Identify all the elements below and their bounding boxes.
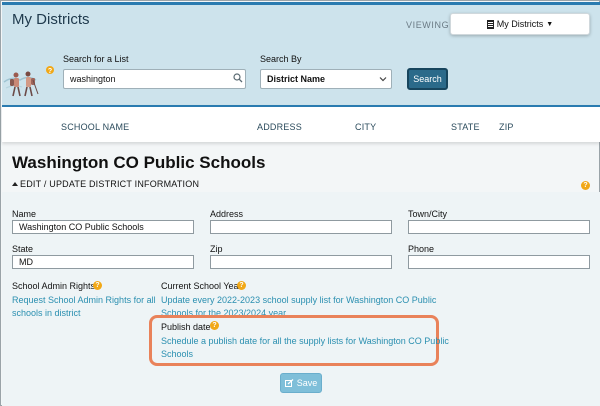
phone-input[interactable] <box>408 255 590 269</box>
name-input[interactable]: Washington CO Public Schools <box>12 220 194 234</box>
school-year-heading: Current School Year <box>161 281 242 291</box>
help-icon[interactable]: ? <box>237 281 246 290</box>
search-list-label: Search for a List <box>63 54 129 64</box>
schedule-publish-line1: Schedule a publish date for all the supp… <box>161 336 449 346</box>
address-input[interactable] <box>210 220 392 234</box>
column-address[interactable]: ADDRESS <box>257 122 302 132</box>
column-zip[interactable]: ZIP <box>499 122 514 132</box>
update-school-year-line1: Update every 2022-2023 school supply lis… <box>161 295 437 305</box>
hikers-illustration-icon: ? <box>3 66 54 97</box>
help-icon[interactable]: ? <box>581 181 590 190</box>
collapse-triangle-icon <box>12 182 18 186</box>
search-button[interactable]: Search <box>407 68 448 90</box>
admin-rights-heading: School Admin Rights <box>12 281 96 291</box>
state-input[interactable]: MD <box>12 255 194 269</box>
viewing-dropdown-button[interactable]: My Districts ▼ <box>450 13 590 35</box>
help-icon[interactable]: ? <box>210 321 219 330</box>
building-icon <box>486 19 494 29</box>
request-admin-rights-line2: schools in district <box>12 308 81 318</box>
town-city-label: Town/City <box>408 209 448 219</box>
column-state[interactable]: STATE <box>451 122 480 132</box>
schedule-publish-date-link[interactable]: Schedule a publish date for all the supp… <box>161 335 449 361</box>
request-admin-rights-link[interactable]: Request School Admin Rights for all scho… <box>12 294 156 320</box>
phone-label: Phone <box>408 244 435 254</box>
edit-icon <box>284 379 294 387</box>
zip-input[interactable] <box>210 255 392 269</box>
search-icon[interactable] <box>233 73 243 83</box>
chevron-down-icon <box>379 77 387 82</box>
viewing-dropdown-label: My Districts <box>496 19 544 29</box>
address-label: Address <box>210 209 244 219</box>
caret-down-icon: ▼ <box>546 20 554 28</box>
column-school-name[interactable]: SCHOOL NAME <box>61 122 129 132</box>
search-by-label: Search By <box>260 54 302 64</box>
search-by-select[interactable]: District Name <box>260 69 392 89</box>
edit-district-label: EDIT / UPDATE DISTRICT INFORMATION <box>20 179 200 189</box>
results-table-header: SCHOOL NAME ADDRESS CITY STATE ZIP <box>2 105 600 142</box>
state-label: State <box>12 244 34 254</box>
town-city-input[interactable] <box>408 220 590 234</box>
save-button-label: Save <box>296 378 318 388</box>
district-title: Washington CO Public Schools <box>12 153 266 172</box>
request-admin-rights-line1: Request School Admin Rights for all <box>12 295 156 305</box>
page-header: My Districts VIEWING: My Districts ▼ <box>2 2 600 40</box>
schedule-publish-line2: Schools <box>161 349 194 359</box>
column-city[interactable]: CITY <box>355 122 376 132</box>
search-list-input[interactable]: washington <box>63 69 246 89</box>
edit-district-toggle[interactable]: EDIT / UPDATE DISTRICT INFORMATION <box>12 179 199 189</box>
zip-label: Zip <box>210 244 223 254</box>
viewing-label: VIEWING: <box>406 20 453 30</box>
name-label: Name <box>12 209 37 219</box>
app-frame: My Districts VIEWING: My Districts ▼ ? S… <box>0 0 600 406</box>
svg-text:?: ? <box>48 68 52 75</box>
help-icon[interactable]: ? <box>93 281 102 290</box>
save-button[interactable]: Save <box>280 373 322 393</box>
search-panel: ? Search for a List washington Search By… <box>2 40 600 105</box>
publish-date-heading: Publish date <box>161 322 211 332</box>
page-title: My Districts <box>12 11 90 28</box>
